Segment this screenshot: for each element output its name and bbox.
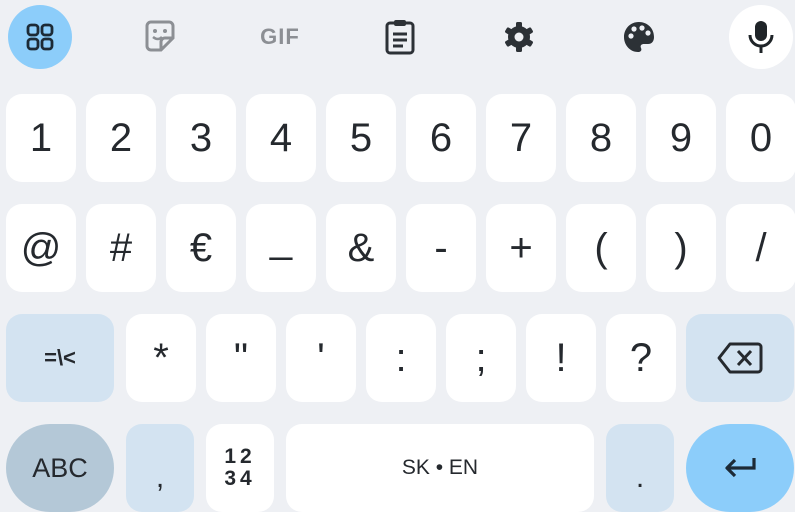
period-key[interactable]: . xyxy=(606,424,674,512)
apps-button[interactable] xyxy=(8,5,72,69)
key-label: ' xyxy=(317,335,325,380)
key-label: " xyxy=(233,335,249,380)
key-ampersand[interactable]: & xyxy=(326,204,396,292)
key-paren-close[interactable]: ) xyxy=(646,204,716,292)
theme-button[interactable] xyxy=(607,5,671,69)
key-4[interactable]: 4 xyxy=(246,94,316,182)
key-at[interactable]: @ xyxy=(6,204,76,292)
key-semicolon[interactable]: ; xyxy=(446,314,516,402)
key-label: - xyxy=(434,225,448,270)
key-euro[interactable]: € xyxy=(166,204,236,292)
abc-key[interactable]: ABC xyxy=(6,424,114,512)
key-single-quote[interactable]: ' xyxy=(286,314,356,402)
key-label: 7 xyxy=(509,115,533,160)
key-label: 3 xyxy=(189,115,213,160)
key-label: + xyxy=(509,225,533,270)
enter-key[interactable] xyxy=(686,424,794,512)
key-label: & xyxy=(347,225,375,270)
key-1[interactable]: 1 xyxy=(6,94,76,182)
key-0[interactable]: 0 xyxy=(726,94,795,182)
key-paren-open[interactable]: ( xyxy=(566,204,636,292)
key-label: 9 xyxy=(669,115,693,160)
sticker-button[interactable] xyxy=(128,5,192,69)
key-question[interactable]: ? xyxy=(606,314,676,402)
key-6[interactable]: 6 xyxy=(406,94,476,182)
key-double-quote[interactable]: " xyxy=(206,314,276,402)
key-exclamation[interactable]: ! xyxy=(526,314,596,402)
clipboard-button[interactable] xyxy=(368,5,432,69)
key-8[interactable]: 8 xyxy=(566,94,636,182)
key-label: : xyxy=(395,335,407,380)
key-label: 2 xyxy=(109,115,133,160)
palette-icon xyxy=(624,22,654,52)
key-slash[interactable]: / xyxy=(726,204,795,292)
key-label: =\< xyxy=(44,345,76,370)
apps-icon xyxy=(26,23,54,51)
key-label: € xyxy=(189,225,213,270)
key-label: ) xyxy=(674,225,688,270)
key-label: ; xyxy=(475,335,487,380)
key-label: ? xyxy=(629,335,653,380)
keyboard-toolbar: GIF xyxy=(0,0,795,86)
key-asterisk[interactable]: * xyxy=(126,314,196,402)
key-underscore[interactable]: _ xyxy=(246,204,316,292)
key-label: / xyxy=(755,225,767,270)
key-label: 4 xyxy=(269,115,293,160)
key-label: _ xyxy=(269,216,293,261)
key-label: 5 xyxy=(349,115,373,160)
key-label: * xyxy=(153,335,169,380)
enter-icon xyxy=(725,458,756,478)
settings-button[interactable] xyxy=(487,5,551,69)
key-label: ABC xyxy=(32,452,88,483)
backspace-icon xyxy=(717,342,763,374)
key-label: ! xyxy=(555,335,567,380)
key-7[interactable]: 7 xyxy=(486,94,556,182)
comma-key[interactable]: , xyxy=(126,424,194,512)
key-plus[interactable]: + xyxy=(486,204,556,292)
numpad-toggle-key[interactable]: 12 34 xyxy=(206,424,274,512)
key-label: . xyxy=(635,461,645,494)
more-symbols-key[interactable]: =\< xyxy=(6,314,114,402)
numpad-toggle-label: 12 34 xyxy=(224,446,255,490)
space-label: SK • EN xyxy=(401,456,479,479)
key-label: ( xyxy=(594,225,608,270)
voice-input-button[interactable] xyxy=(729,5,793,69)
delete-key[interactable] xyxy=(686,314,794,402)
gear-icon xyxy=(505,22,533,52)
key-label: 6 xyxy=(429,115,453,160)
numpad-toggle-top: 12 xyxy=(224,445,256,468)
gif-label: GIF xyxy=(260,24,300,49)
key-label: 8 xyxy=(589,115,613,160)
key-label: 0 xyxy=(749,115,773,160)
key-9[interactable]: 9 xyxy=(646,94,716,182)
key-5[interactable]: 5 xyxy=(326,94,396,182)
key-hash[interactable]: # xyxy=(86,204,156,292)
space-key[interactable]: SK • EN xyxy=(286,424,594,512)
key-colon[interactable]: : xyxy=(366,314,436,402)
clipboard-icon xyxy=(385,20,415,55)
key-label: @ xyxy=(20,225,62,270)
key-label: # xyxy=(109,225,133,270)
key-label: 1 xyxy=(29,115,53,160)
gif-button[interactable]: GIF xyxy=(248,5,312,69)
key-label: , xyxy=(155,461,165,494)
mic-icon xyxy=(748,21,774,53)
key-3[interactable]: 3 xyxy=(166,94,236,182)
key-2[interactable]: 2 xyxy=(86,94,156,182)
key-minus[interactable]: - xyxy=(406,204,476,292)
numpad-toggle-bottom: 34 xyxy=(224,467,256,490)
sticker-icon xyxy=(145,20,175,52)
